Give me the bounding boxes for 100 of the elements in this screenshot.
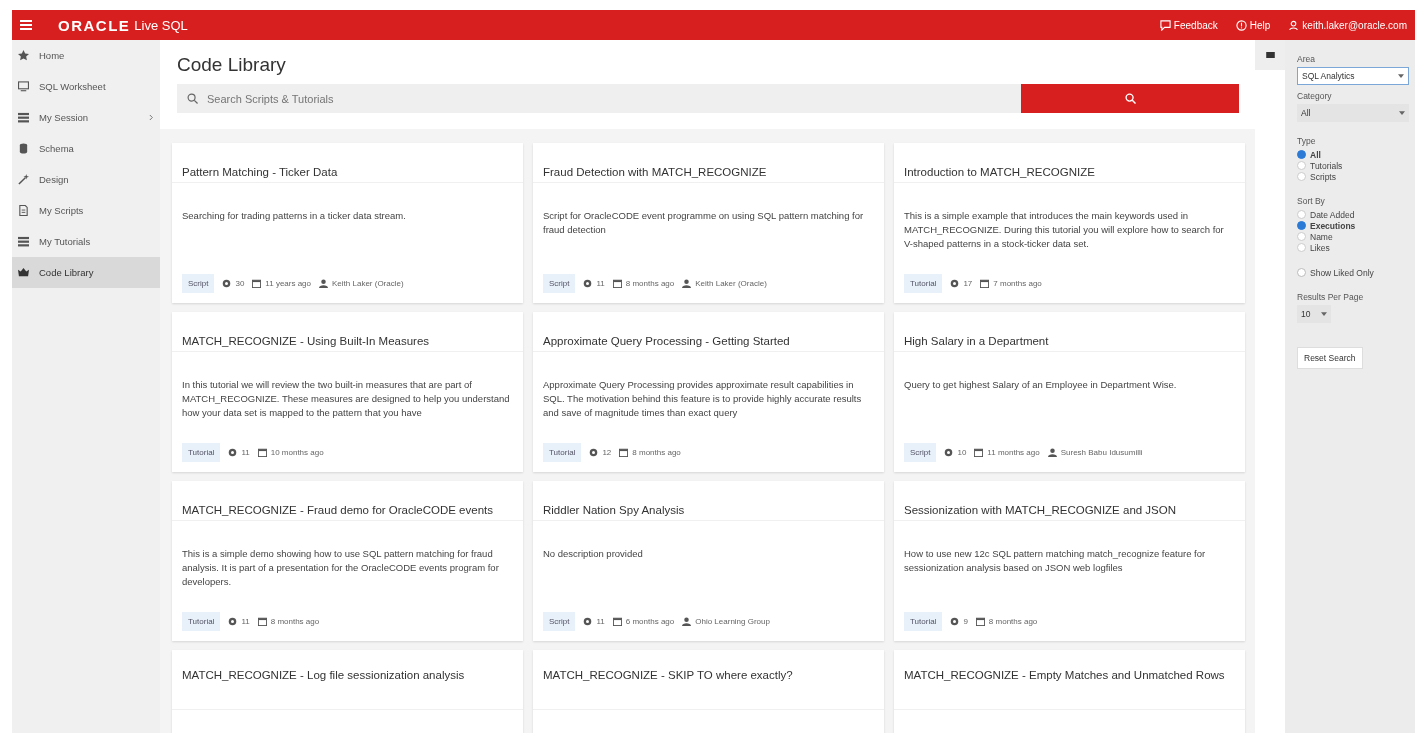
calendar-icon: [619, 448, 629, 457]
eye-icon: [228, 448, 238, 457]
library-card[interactable]: MATCH_RECOGNIZE - Empty Matches and Unmatched Rows: [894, 650, 1245, 733]
search-field[interactable]: Search Scripts & Tutorials: [177, 84, 1021, 113]
radio-button[interactable]: [1297, 243, 1306, 252]
card-description: This is a simple demo showing how to use SQL pattern matching for fraud analysis. It is part of a presentation for the OracleCODE events program for developers.: [182, 547, 500, 589]
calendar-icon: [612, 617, 622, 626]
view-count: 10: [957, 448, 967, 457]
radio-button[interactable]: [1297, 150, 1306, 159]
panel-toggle-button[interactable]: [1255, 40, 1285, 70]
radio-option[interactable]: All: [1297, 149, 1321, 160]
library-card[interactable]: [172, 481, 523, 641]
nav-item[interactable]: My Scripts: [12, 195, 160, 226]
logo[interactable]: ORACLE: [58, 16, 131, 34]
card-title[interactable]: MATCH_RECOGNIZE - SKIP TO where exactly?: [533, 650, 884, 710]
date-text: 10 months ago: [270, 448, 324, 457]
per-page-select[interactable]: 10: [1297, 305, 1331, 323]
date-text: 11 months ago: [987, 448, 1040, 457]
library-card[interactable]: Fraud Detection with MATCH_RECOGNIZE Script for OracleCODE event programme on using SQL pattern matching for fraud detection Script 11 8 months ago Keith Laker (Oracle): [533, 143, 884, 303]
calendar-icon: [612, 279, 622, 288]
header-link[interactable]: Feedback: [1159, 19, 1218, 31]
radio-button[interactable]: [1297, 221, 1306, 230]
radio-button[interactable]: [1297, 172, 1306, 181]
eye-icon: [222, 279, 232, 288]
date-text: 8 months ago: [632, 448, 681, 457]
card-title[interactable]: Riddler Nation Spy Analysis: [533, 481, 884, 521]
view-count: 11: [241, 617, 250, 626]
card-title[interactable]: MATCH_RECOGNIZE - Fraud demo for OracleCODE events: [172, 481, 523, 521]
card-title[interactable]: MATCH_RECOGNIZE - Empty Matches and Unmatched Rows: [894, 650, 1245, 710]
card-title[interactable]: Sessionization with MATCH_RECOGNIZE and JSON: [894, 481, 1245, 521]
nav-item[interactable]: Schema: [12, 133, 160, 164]
card-title[interactable]: Approximate Query Processing - Getting Started: [533, 312, 884, 352]
calendar-icon: [257, 448, 267, 457]
view-count: 9: [963, 617, 968, 626]
date-text: 11 years ago: [265, 279, 312, 288]
library-card[interactable]: Pattern Matching - Ticker Data Searching for trading patterns in a ticker data stream. Script 30 11 years ago Keith Laker (Oracle): [172, 143, 523, 303]
radio-button[interactable]: [1297, 161, 1306, 170]
library-card[interactable]: [533, 312, 884, 472]
type-tag: Script: [904, 443, 937, 462]
library-card[interactable]: Sessionization with MATCH_RECOGNIZE and JSON How to use new 12c SQL pattern matching match_recognize feature for sessionization analysis based on JSON web logfiles Tutorial 9 8 months ago: [894, 481, 1245, 641]
eye-icon: [950, 617, 960, 626]
date-text: 8 months ago: [988, 617, 1038, 626]
nav-item[interactable]: My Session: [12, 102, 160, 133]
nav-item[interactable]: Design: [12, 164, 160, 195]
checkbox[interactable]: [1297, 268, 1306, 277]
library-card[interactable]: High Salary in a Department Query to get highest Salary of an Employee in Department Wise. Script 10 11 months ago Suresh Babu Idusumilli: [894, 312, 1245, 472]
library-card[interactable]: MATCH_RECOGNIZE - Log file sessionization analysis: [172, 650, 523, 733]
eye-icon: [228, 617, 238, 626]
library-card[interactable]: MATCH_RECOGNIZE - SKIP TO where exactly?: [533, 650, 884, 733]
date-text: 6 months ago: [625, 617, 675, 626]
radio-option[interactable]: Date Added: [1297, 209, 1355, 220]
reset-search-button[interactable]: Reset Search: [1297, 347, 1363, 369]
view-count: 17: [963, 279, 973, 288]
radio-option[interactable]: Executions: [1297, 220, 1356, 231]
type-tag: Script: [543, 612, 576, 631]
library-card[interactable]: Riddler Nation Spy Analysis No description provided Script 11 6 months ago Ohio Learning Group: [533, 481, 884, 641]
radio-option[interactable]: Likes: [1297, 242, 1330, 253]
eye-icon: [583, 617, 593, 626]
card-description: Script for OracleCODE event programme on using SQL pattern matching for fraud detection: [543, 209, 865, 237]
eye-icon: [589, 448, 599, 457]
library-card[interactable]: [894, 143, 1245, 303]
menu-icon[interactable]: [20, 20, 32, 30]
caret-icon: [1398, 74, 1404, 78]
nav-item[interactable]: SQL Worksheet: [12, 71, 160, 102]
document-icon: [18, 205, 29, 216]
type-tag: Tutorial: [182, 612, 221, 631]
nav-item[interactable]: Home: [12, 40, 160, 71]
type-tag: Tutorial: [904, 274, 943, 293]
header-link[interactable]: keith.laker@oracle.com: [1288, 19, 1407, 31]
user-icon: [1288, 19, 1300, 31]
card-title[interactable]: High Salary in a Department: [894, 312, 1245, 352]
nav-item[interactable]: My Tutorials: [12, 226, 160, 257]
card-description: How to use new 12c SQL pattern matching match_recognize feature for sessionization analysis based on JSON web logfiles: [904, 547, 1207, 575]
search-icon: [1124, 93, 1136, 104]
radio-option[interactable]: Scripts: [1297, 171, 1336, 182]
calendar-icon: [257, 617, 267, 626]
library-card[interactable]: [172, 312, 523, 472]
card-title[interactable]: Fraud Detection with MATCH_RECOGNIZE: [533, 143, 884, 183]
view-count: 11: [596, 617, 605, 626]
wand-icon: [18, 174, 29, 185]
radio-option[interactable]: Name: [1297, 231, 1333, 242]
area-select[interactable]: SQL Analytics: [1297, 67, 1409, 85]
page-title: Code Library: [177, 54, 287, 76]
nav-item[interactable]: Code Library: [12, 257, 160, 288]
radio-button[interactable]: [1297, 232, 1306, 241]
category-select[interactable]: All: [1297, 104, 1409, 122]
type-tag: Tutorial: [904, 612, 943, 631]
header-link[interactable]: Help: [1235, 19, 1271, 31]
user-icon: [682, 279, 692, 288]
card-title[interactable]: Pattern Matching - Ticker Data: [172, 143, 523, 183]
card-title[interactable]: MATCH_RECOGNIZE - Using Built-In Measures: [172, 312, 523, 352]
card-description: This is a simple example that introduces the main keywords used in MATCH_RECOGNIZE. During this tutorial you will explore how to search for V-shaped patterns in a stock-ticker data set.: [904, 209, 1225, 251]
database-icon: [18, 143, 29, 154]
radio-option[interactable]: Tutorials: [1297, 160, 1343, 171]
liked-only-checkbox[interactable]: Show Liked Only: [1297, 267, 1374, 278]
calendar-icon: [974, 448, 984, 457]
radio-button[interactable]: [1297, 210, 1306, 219]
card-description: In this tutorial we will review the two built-in measures that are part of MATCH_RECOGNIZE. These measures are designed to help you understand how your data set is mapped to the pattern that you have: [182, 378, 511, 420]
card-title[interactable]: MATCH_RECOGNIZE - Log file sessionization analysis: [172, 650, 523, 710]
card-title[interactable]: Introduction to MATCH_RECOGNIZE: [894, 143, 1245, 183]
